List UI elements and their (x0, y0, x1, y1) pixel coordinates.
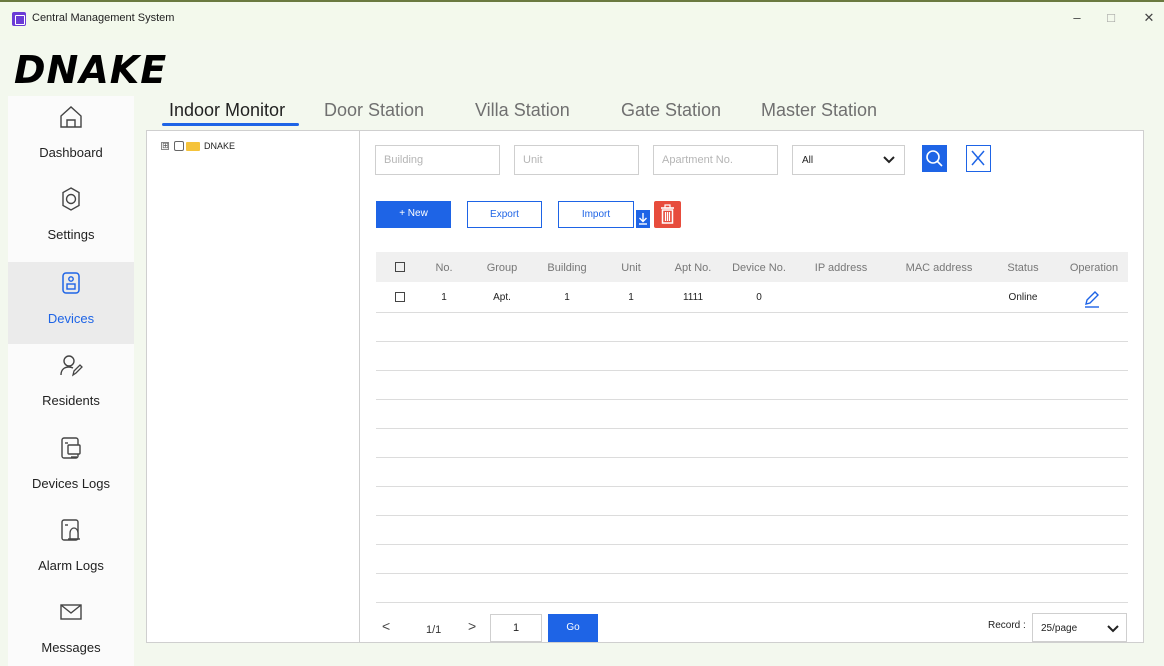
sidebar-item-dashboard[interactable]: Dashboard (8, 96, 134, 178)
close-button[interactable]: ✕ (1139, 10, 1159, 26)
app-icon (12, 12, 26, 26)
tab-master-station[interactable]: Master Station (761, 100, 877, 121)
home-icon (60, 106, 82, 128)
sidebar-item-label: Settings (47, 227, 95, 242)
building-input[interactable] (375, 145, 500, 175)
sidebar-item-devices-logs[interactable]: Devices Logs (8, 427, 134, 509)
page-info: 1/1 (426, 624, 442, 636)
sidebar-item-alarm-logs[interactable]: Alarm Logs (8, 509, 134, 591)
page-size-value: 25/page (1041, 623, 1078, 634)
sidebar-item-devices[interactable]: Devices (8, 262, 134, 344)
envelope-icon (60, 604, 82, 620)
expand-icon[interactable]: ⊞ (161, 142, 169, 150)
record-label: Record : (988, 620, 1026, 631)
empty-table-row (376, 487, 1128, 516)
device-tree-panel: ⊞ DNAKE (146, 130, 360, 643)
title-bar: Central Management System – □ ✕ (0, 0, 1164, 40)
go-button[interactable]: Go (548, 614, 598, 642)
empty-table-row (376, 458, 1128, 487)
empty-table-row (376, 429, 1128, 458)
device-icon (62, 272, 80, 294)
column-header: Status (1007, 262, 1039, 274)
sidebar-item-label: Devices (47, 311, 95, 326)
empty-table-row (376, 574, 1128, 603)
status-select[interactable]: All (792, 145, 905, 175)
clear-button[interactable] (966, 145, 991, 172)
column-header: No. (435, 262, 453, 274)
empty-table-row (376, 545, 1128, 574)
import-button[interactable]: Import (558, 201, 634, 228)
tab-gate-station[interactable]: Gate Station (621, 100, 721, 121)
column-header: Apt No. (674, 262, 712, 274)
sidebar-item-residents[interactable]: Residents (8, 344, 134, 426)
cell-group: Apt. (493, 292, 511, 303)
search-button[interactable] (922, 145, 947, 172)
page-number-input[interactable] (490, 614, 542, 642)
search-icon (926, 150, 943, 167)
column-header: MAC address (905, 262, 973, 274)
edit-icon[interactable] (1081, 288, 1103, 310)
row-checkbox[interactable] (395, 292, 405, 302)
window-title: Central Management System (32, 12, 175, 24)
alarm-log-icon (61, 519, 80, 541)
chevron-down-icon (883, 156, 895, 164)
table-row[interactable]: 1 Apt. 1 1 1111 0 Online (376, 284, 1128, 313)
empty-table-row (376, 400, 1128, 429)
column-header: Operation (1069, 262, 1119, 274)
sidebar: Dashboard Settings Devices Residents Dev… (8, 96, 134, 666)
user-edit-icon (60, 355, 83, 377)
cell-apt-no: 1111 (682, 292, 704, 303)
dnake-logo: DNAKE (14, 48, 168, 92)
delete-button[interactable] (654, 201, 681, 228)
export-button[interactable]: Export (467, 201, 542, 228)
sidebar-item-messages[interactable]: Messages (8, 591, 134, 666)
sidebar-item-label: Residents (42, 393, 100, 408)
cell-unit: 1 (628, 292, 634, 303)
column-header: Unit (621, 262, 641, 274)
tree-node-label: DNAKE (204, 141, 236, 151)
empty-table-row (376, 342, 1128, 371)
cell-no: 1 (441, 292, 447, 303)
column-header: Building (547, 262, 587, 274)
folder-icon (186, 142, 200, 151)
tab-villa-station[interactable]: Villa Station (475, 100, 570, 121)
page-size-select[interactable]: 25/page (1032, 613, 1127, 642)
empty-table-row (376, 516, 1128, 545)
sidebar-item-label: Alarm Logs (38, 558, 104, 573)
prev-page-button[interactable]: < (382, 618, 390, 634)
minimize-button[interactable]: – (1067, 10, 1087, 25)
status-select-value: All (802, 155, 814, 166)
apartment-input[interactable] (653, 145, 778, 175)
cell-device-no: 0 (756, 292, 762, 303)
sidebar-item-settings[interactable]: Settings (8, 178, 134, 260)
active-tab-indicator (162, 123, 299, 126)
cell-status: Online (1008, 292, 1038, 303)
new-button[interactable]: + New (376, 201, 451, 228)
sidebar-item-label: Messages (41, 640, 101, 655)
cell-building: 1 (564, 292, 570, 303)
maximize-button[interactable]: □ (1101, 10, 1121, 25)
gear-icon (62, 187, 80, 211)
close-icon (971, 150, 985, 166)
sidebar-item-label: Dashboard (39, 145, 103, 160)
empty-table-row (376, 371, 1128, 400)
chevron-down-icon (1107, 625, 1119, 633)
download-template-button[interactable] (636, 210, 650, 228)
sidebar-item-label: Devices Logs (31, 476, 111, 491)
tree-checkbox[interactable] (174, 141, 184, 151)
next-page-button[interactable]: > (468, 618, 476, 634)
device-log-icon (61, 437, 81, 459)
download-icon (639, 213, 647, 225)
table-header: No. Group Building Unit Apt No. Device N… (376, 252, 1128, 282)
empty-table-row (376, 313, 1128, 342)
column-header: Group (486, 262, 518, 274)
tab-door-station[interactable]: Door Station (324, 100, 424, 121)
unit-input[interactable] (514, 145, 639, 175)
column-header: Device No. (732, 262, 786, 274)
column-header: IP address (814, 262, 868, 274)
select-all-checkbox[interactable] (395, 262, 405, 272)
tab-indoor-monitor[interactable]: Indoor Monitor (169, 100, 285, 121)
trash-icon (661, 204, 674, 224)
